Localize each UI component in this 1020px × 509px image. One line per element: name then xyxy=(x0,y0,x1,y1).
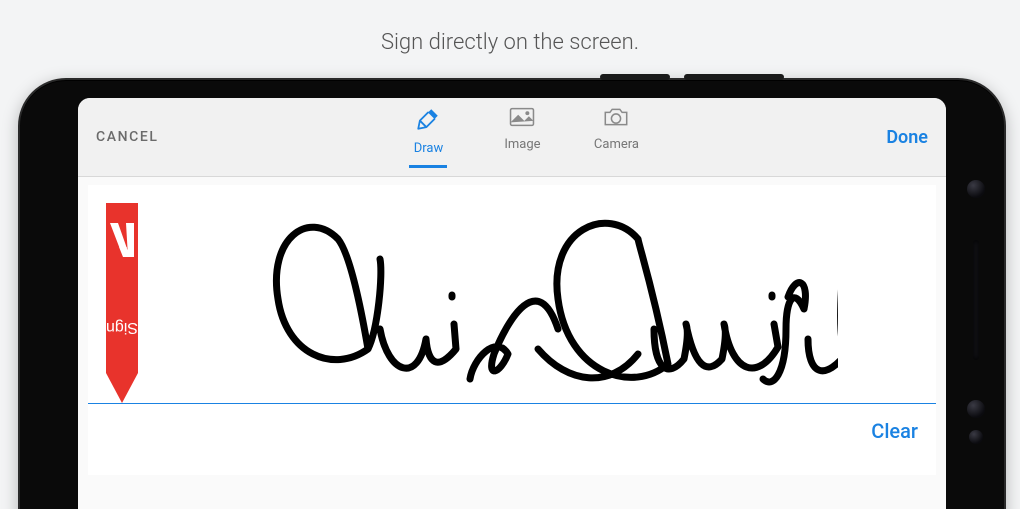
camera-icon xyxy=(603,106,629,132)
tab-camera[interactable]: Camera xyxy=(590,106,642,152)
tab-draw-label: Draw xyxy=(414,141,444,156)
tab-image-label: Image xyxy=(504,137,540,152)
tab-draw[interactable]: Draw xyxy=(402,106,454,168)
phone-edge-button xyxy=(600,74,670,80)
app-screen: CANCEL Draw xyxy=(78,98,946,509)
done-button[interactable]: Done xyxy=(886,127,928,148)
signature-canvas[interactable]: Sign Clear xyxy=(88,185,936,475)
tab-camera-label: Camera xyxy=(594,137,639,152)
cancel-button[interactable]: CANCEL xyxy=(96,129,159,145)
image-icon xyxy=(509,106,535,132)
phone-sensor-icon xyxy=(967,400,985,418)
sign-tag-label: Sign xyxy=(106,319,138,336)
clear-button[interactable]: Clear xyxy=(871,419,918,443)
phone-sensor-icon xyxy=(969,430,983,444)
signature-stroke xyxy=(238,179,838,419)
phone-frame: CANCEL Draw xyxy=(18,78,1006,509)
phone-speaker xyxy=(973,240,979,360)
pen-icon xyxy=(415,106,441,136)
page-caption: Sign directly on the screen. xyxy=(0,30,1020,55)
toolbar: CANCEL Draw xyxy=(78,98,946,177)
phone-camera-icon xyxy=(967,180,985,198)
tab-image[interactable]: Image xyxy=(496,106,548,152)
phone-edge-button xyxy=(684,74,784,80)
sign-here-tag: Sign xyxy=(98,203,146,403)
mode-tabs: Draw Image xyxy=(402,106,642,168)
phone-sensor-cluster xyxy=(963,180,989,460)
